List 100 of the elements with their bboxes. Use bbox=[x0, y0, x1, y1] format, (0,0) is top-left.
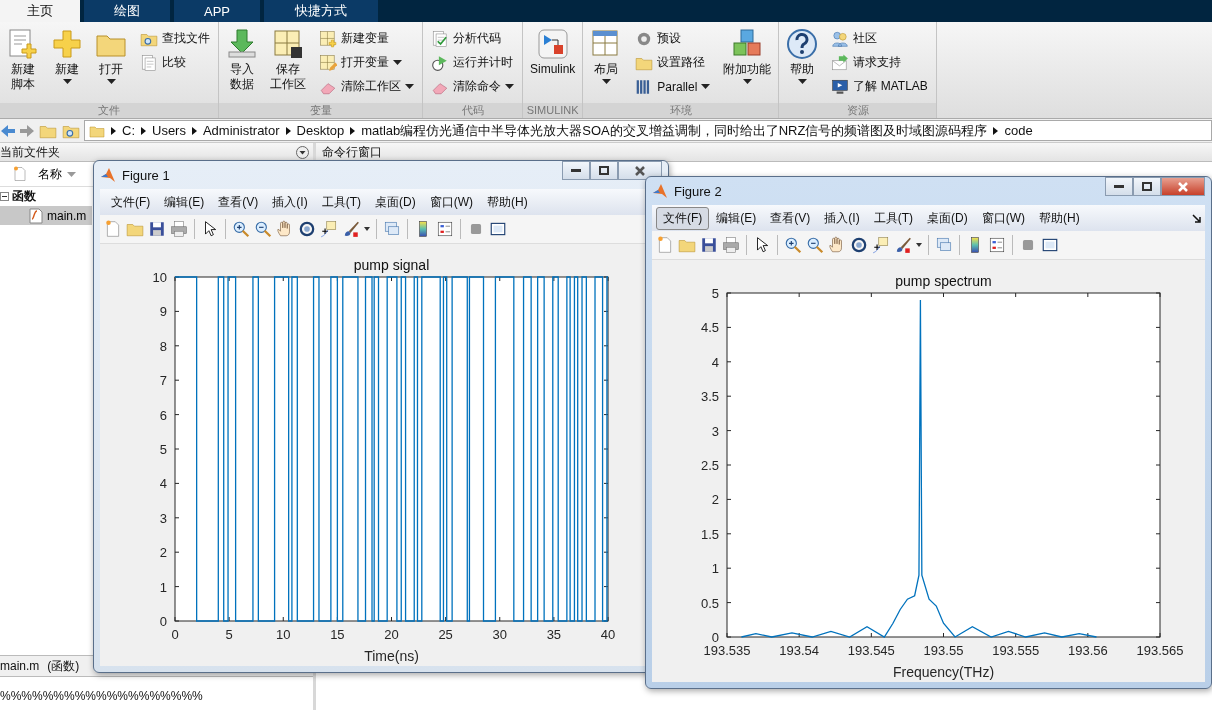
file-item[interactable]: main.m bbox=[0, 206, 92, 225]
minimize-icon bbox=[1114, 185, 1124, 188]
restore-icon bbox=[599, 166, 609, 175]
ribbon-button[interactable]: 新建 bbox=[46, 26, 88, 86]
toolbar-button[interactable] bbox=[872, 236, 890, 254]
back-button[interactable] bbox=[0, 123, 16, 138]
tick-label: 3 bbox=[159, 510, 167, 526]
path-segment[interactable]: code bbox=[1004, 123, 1033, 138]
ribbon-button[interactable]: 预设 bbox=[633, 28, 713, 49]
grid-save-icon bbox=[272, 28, 304, 60]
script-plus-icon bbox=[7, 28, 39, 60]
tick-label: 0 bbox=[711, 630, 719, 645]
legend-icon bbox=[436, 220, 454, 238]
ribbon-button[interactable]: 新建变量 bbox=[317, 28, 416, 49]
tick-label: 1 bbox=[711, 561, 719, 577]
chart-title: pump signal bbox=[353, 257, 430, 273]
collapse-icon[interactable] bbox=[0, 192, 9, 201]
panel-title: 命令行窗口 bbox=[321, 143, 382, 161]
menu-item[interactable]: 桌面(D) bbox=[920, 206, 975, 230]
name-column-header[interactable]: 名称 bbox=[34, 165, 80, 183]
tick-label: 2 bbox=[159, 545, 167, 561]
corner-arrow-icon[interactable] bbox=[1192, 213, 1201, 223]
axis-label: Frequency(THz) bbox=[892, 664, 995, 680]
path-segment[interactable]: Desktop bbox=[296, 123, 345, 138]
tree-group-label: 函数 bbox=[12, 188, 36, 205]
path-field[interactable]: C: Users Administrator Desktop matlab编程仿光通信中半导体光放大器SOA的交叉增益调制，同时给出了NRZ信号的频谱图及时域图源码程序 code bbox=[84, 120, 1212, 141]
toolbar-button[interactable] bbox=[850, 236, 868, 254]
dropdown-circle-icon[interactable] bbox=[296, 145, 309, 159]
ribbon-tab[interactable]: 主页 bbox=[0, 0, 80, 22]
ribbon-button[interactable]: 新建 脚本 bbox=[2, 26, 44, 94]
legend-icon bbox=[988, 236, 1006, 254]
menu-item[interactable]: 查看(V) bbox=[763, 206, 818, 230]
menu-item[interactable]: 工具(T) bbox=[866, 206, 920, 230]
ribbon-button[interactable]: Simulink bbox=[525, 26, 581, 79]
compare-icon bbox=[140, 53, 158, 72]
ribbon-button[interactable]: 打开 bbox=[90, 26, 132, 86]
caret-icon[interactable] bbox=[916, 243, 922, 247]
matlab-logo-icon bbox=[100, 167, 116, 183]
tick-label: 193.545 bbox=[847, 643, 895, 658]
ribbon-button[interactable]: 导入 数据 bbox=[221, 26, 263, 94]
menu-item[interactable]: 插入(I) bbox=[817, 206, 867, 230]
tick-label: 193.54 bbox=[779, 643, 820, 658]
chevron-icon bbox=[191, 126, 197, 135]
ribbon-button[interactable]: 保存 工作区 bbox=[265, 26, 311, 94]
tick-label: 0 bbox=[159, 614, 167, 629]
new-file-icon bbox=[12, 166, 28, 182]
restore-icon bbox=[1142, 182, 1152, 191]
ribbon-button[interactable]: 设置路径 bbox=[633, 52, 713, 73]
ribbon-tab[interactable]: APP bbox=[174, 0, 260, 22]
help-icon bbox=[786, 28, 819, 60]
new-file-icon bbox=[656, 236, 674, 254]
chevron-icon bbox=[141, 126, 146, 135]
matlab-logo-icon bbox=[652, 183, 668, 199]
ribbon-button[interactable]: 帮助 bbox=[781, 26, 824, 86]
tick-label: 193.555 bbox=[992, 643, 1040, 658]
ribbon-button[interactable]: Parallel bbox=[633, 76, 713, 97]
menu-item[interactable]: 窗口(W) bbox=[974, 206, 1032, 230]
path-segment[interactable]: Administrator bbox=[202, 123, 280, 138]
tick-label: 0.5 bbox=[700, 595, 719, 611]
minimize-icon bbox=[571, 169, 581, 172]
ribbon-button[interactable]: 打开变量 bbox=[317, 52, 416, 73]
toolbar-button[interactable] bbox=[700, 236, 718, 254]
ribbon-button[interactable]: 清除工作区 bbox=[317, 76, 416, 97]
ribbon-button[interactable]: 请求支持 bbox=[829, 52, 930, 73]
tick-label: 9 bbox=[159, 304, 167, 320]
ribbon-button[interactable]: 了解 MATLAB bbox=[829, 76, 930, 97]
ribbon-button[interactable]: 布局 bbox=[585, 26, 628, 86]
path-segment[interactable]: C: bbox=[122, 123, 135, 138]
monitor-icon bbox=[831, 77, 850, 96]
section-label: SIMULINK bbox=[523, 103, 583, 118]
path-segment[interactable]: Users bbox=[152, 123, 186, 138]
ribbon-button[interactable]: 查找文件 bbox=[138, 28, 212, 49]
menu-item[interactable]: 帮助(H) bbox=[1032, 206, 1087, 230]
ribbon-tab[interactable]: 快捷方式 bbox=[264, 0, 378, 22]
ribbon-button[interactable]: 社区 bbox=[829, 28, 930, 49]
tick-label: 193.56 bbox=[1067, 643, 1108, 658]
path-segment[interactable]: matlab编程仿光通信中半导体光放大器SOA的交叉增益调制，同时给出了NRZ信号的频谱图及时域图源码程序 bbox=[361, 121, 988, 140]
tick-label: 3.5 bbox=[700, 389, 719, 405]
ribbon-tab[interactable]: 绘图 bbox=[84, 0, 170, 22]
menu-item[interactable]: 编辑(E) bbox=[709, 206, 764, 230]
maximize-button[interactable] bbox=[1133, 177, 1161, 196]
close-button[interactable] bbox=[1161, 177, 1205, 196]
link-icon bbox=[935, 236, 953, 254]
tick-label: 3 bbox=[711, 423, 719, 439]
import-arrow-icon bbox=[226, 28, 258, 60]
ribbon-button[interactable]: 分析代码 bbox=[429, 28, 516, 49]
section-label: 环境 bbox=[583, 103, 779, 118]
menu-item[interactable]: 文件(F) bbox=[656, 206, 710, 230]
ribbon-button[interactable]: 运行并计时 bbox=[429, 52, 516, 73]
tick-label: 193.55 bbox=[923, 643, 964, 658]
section-label: 变量 bbox=[219, 103, 422, 118]
checklist-icon bbox=[431, 29, 449, 48]
panel-title: 当前文件夹 bbox=[0, 143, 60, 161]
minimize-button[interactable] bbox=[1105, 177, 1133, 196]
ribbon-button[interactable]: 比较 bbox=[138, 52, 212, 73]
window-title: Figure 2 bbox=[674, 183, 722, 199]
ribbon-button[interactable]: 附加功能 bbox=[718, 26, 777, 86]
function-file-icon bbox=[28, 207, 44, 224]
ribbon-button[interactable]: 清除命令 bbox=[429, 76, 516, 97]
toolbar-button[interactable] bbox=[1041, 236, 1059, 254]
